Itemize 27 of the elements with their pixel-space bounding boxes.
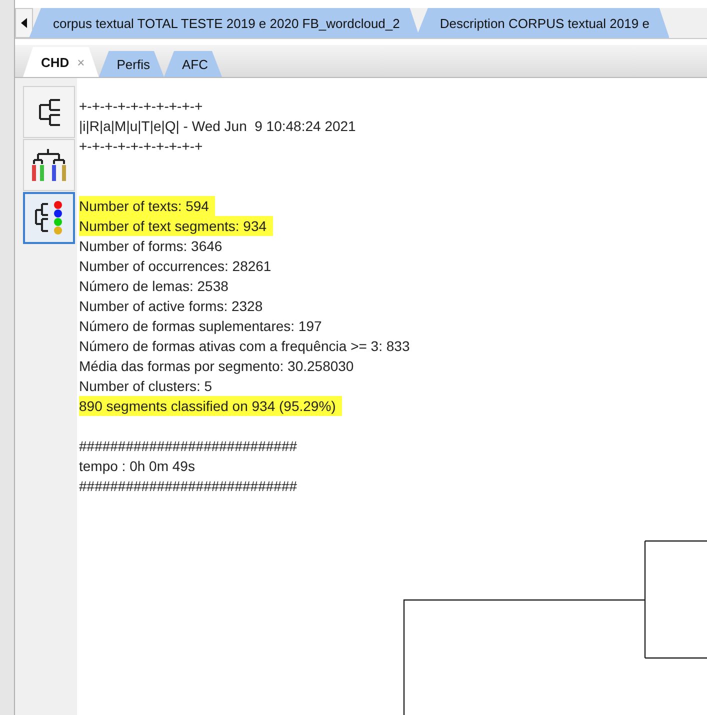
result-tab[interactable]: AFC [164,51,222,77]
report-line: +-+-+-+-+-+-+-+-+-+ [79,97,203,116]
report-line: Number of active forms: 2328 [79,297,263,316]
dendrogram-icon [32,147,66,183]
report-line: Number of forms: 3646 [79,237,222,256]
result-tab[interactable]: Perfis [98,51,164,77]
report-line: Number of clusters: 5 [79,377,212,396]
document-tab[interactable]: Description CORPUS textual 2019 e [416,8,670,38]
tree-icon [36,97,62,127]
report-line: tempo : 0h 0m 49s [79,457,195,476]
report-line: Número de lemas: 2538 [79,277,228,296]
report-line: +-+-+-+-+-+-+-+-+-+ [79,137,203,156]
tab-label: CHD [41,54,70,70]
report-line: ############################ [79,437,298,456]
tab-label: AFC [182,56,208,72]
document-tab[interactable]: corpus textual TOTAL TESTE 2019 e 2020 FB_wordcloud_2 [29,8,420,38]
report-line: ############################ [79,477,298,496]
report-line: Number of occurrences: 28261 [79,257,272,276]
report-line: Média das formas por segmento: 30.258030 [79,357,354,376]
scroll-left-button[interactable] [15,8,33,38]
left-arrow-icon [21,18,27,28]
view-button[interactable] [23,192,75,244]
result-tab[interactable]: CHD × [23,47,99,77]
report-line: Número de formas suplementares: 197 [79,317,322,336]
report-line: |i|R|a|M|u|T|e|Q| - Wed Jun 9 10:48:24 2021 [79,117,356,136]
tab-label: Perfis [116,56,150,72]
report-line: Número de formas ativas com a frequência >= 3: 833 [79,337,410,356]
